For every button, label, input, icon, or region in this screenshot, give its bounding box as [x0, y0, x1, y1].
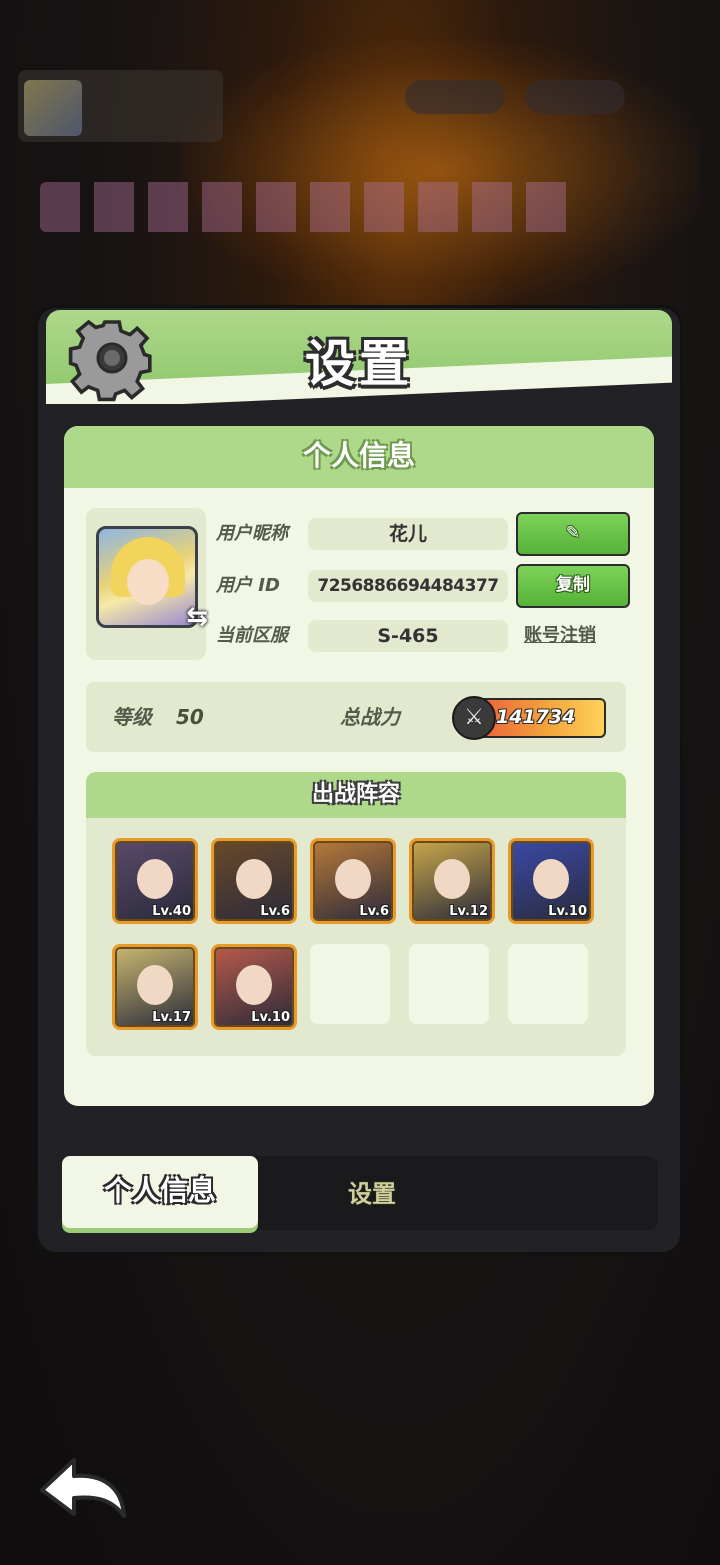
hero-level: Lv.10 — [251, 1010, 290, 1025]
profile-section-title: 个人信息 — [64, 426, 654, 488]
settings-panel: 设置 个人信息 ⇆ 用户昵称 花儿 ✎ 用户 ID 72568866944843… — [38, 308, 680, 1252]
level-value: 50 — [176, 705, 204, 729]
user-id-label: 用户 ID — [216, 575, 280, 596]
hero-portrait — [236, 965, 272, 1005]
server-label: 当前区服 — [216, 625, 288, 646]
hero-level: Lv.6 — [359, 904, 389, 919]
empty-hero-slot[interactable] — [508, 944, 588, 1024]
user-id-value: 7256886694484377 — [308, 570, 508, 602]
power-badge: ⚔ 141734 — [452, 696, 606, 740]
user-id-row: 用户 ID 7256886694484377 复制 — [216, 564, 636, 608]
hero-slot[interactable]: Lv.17 — [112, 944, 198, 1030]
hero-level: Lv.40 — [152, 904, 191, 919]
hero-slot[interactable]: Lv.10 — [211, 944, 297, 1030]
cancel-account-link[interactable]: 账号注销 — [524, 620, 596, 652]
copy-button[interactable]: 复制 — [516, 564, 630, 608]
hero-level: Lv.17 — [152, 1010, 191, 1025]
pencil-icon: ✎ — [565, 523, 581, 543]
lineup-section: 出战阵容 Lv.40 Lv.6 Lv.6 Lv.12 Lv.10 Lv.17 Lv.10 — [86, 772, 626, 1056]
empty-hero-slot[interactable] — [409, 944, 489, 1024]
tab-bar: 个人信息 设置 — [62, 1156, 658, 1230]
hero-level: Lv.6 — [260, 904, 290, 919]
power-label: 总战力 — [340, 705, 400, 729]
server-row: 当前区服 S-465 账号注销 — [216, 620, 636, 652]
nickname-label: 用户昵称 — [216, 523, 288, 544]
background-map — [180, 40, 700, 300]
crossed-swords-icon: ⚔ — [452, 696, 496, 740]
tab-settings[interactable]: 设置 — [292, 1156, 452, 1228]
avatar-container[interactable]: ⇆ — [86, 508, 208, 660]
hero-slot[interactable]: Lv.6 — [310, 838, 396, 924]
swap-arrows-icon[interactable]: ⇆ — [186, 602, 208, 632]
background-resource — [405, 80, 505, 114]
nickname-value: 花儿 — [308, 518, 508, 550]
hero-portrait — [533, 859, 569, 899]
back-button[interactable] — [38, 1452, 130, 1524]
hero-portrait — [335, 859, 371, 899]
level-label: 等级 — [112, 705, 152, 729]
background-icon-row — [40, 182, 580, 232]
hero-slot[interactable]: Lv.10 — [508, 838, 594, 924]
lineup-title: 出战阵容 — [86, 772, 626, 818]
background-resource — [525, 80, 625, 114]
back-arrow-icon — [40, 1458, 126, 1518]
power-value: 141734 — [496, 706, 576, 728]
stats-bar: 等级 50 总战力 ⚔ 141734 — [86, 682, 626, 752]
panel-header: 设置 — [46, 310, 672, 404]
hero-slot[interactable]: Lv.12 — [409, 838, 495, 924]
hero-portrait — [137, 965, 173, 1005]
profile-content: 个人信息 ⇆ 用户昵称 花儿 ✎ 用户 ID 7256886694484377 … — [64, 426, 654, 1106]
nickname-row: 用户昵称 花儿 ✎ — [216, 512, 636, 556]
avatar[interactable] — [96, 526, 198, 628]
hero-level: Lv.12 — [449, 904, 488, 919]
hero-portrait — [434, 859, 470, 899]
hero-slot[interactable]: Lv.6 — [211, 838, 297, 924]
edit-nickname-button[interactable]: ✎ — [516, 512, 630, 556]
tab-profile[interactable]: 个人信息 — [62, 1156, 258, 1228]
hero-slot[interactable]: Lv.40 — [112, 838, 198, 924]
hero-portrait — [236, 859, 272, 899]
hero-level: Lv.10 — [548, 904, 587, 919]
panel-title: 设置 — [305, 335, 413, 393]
server-value: S-465 — [308, 620, 508, 652]
background-avatar — [24, 80, 82, 136]
hero-portrait — [137, 859, 173, 899]
empty-hero-slot[interactable] — [310, 944, 390, 1024]
